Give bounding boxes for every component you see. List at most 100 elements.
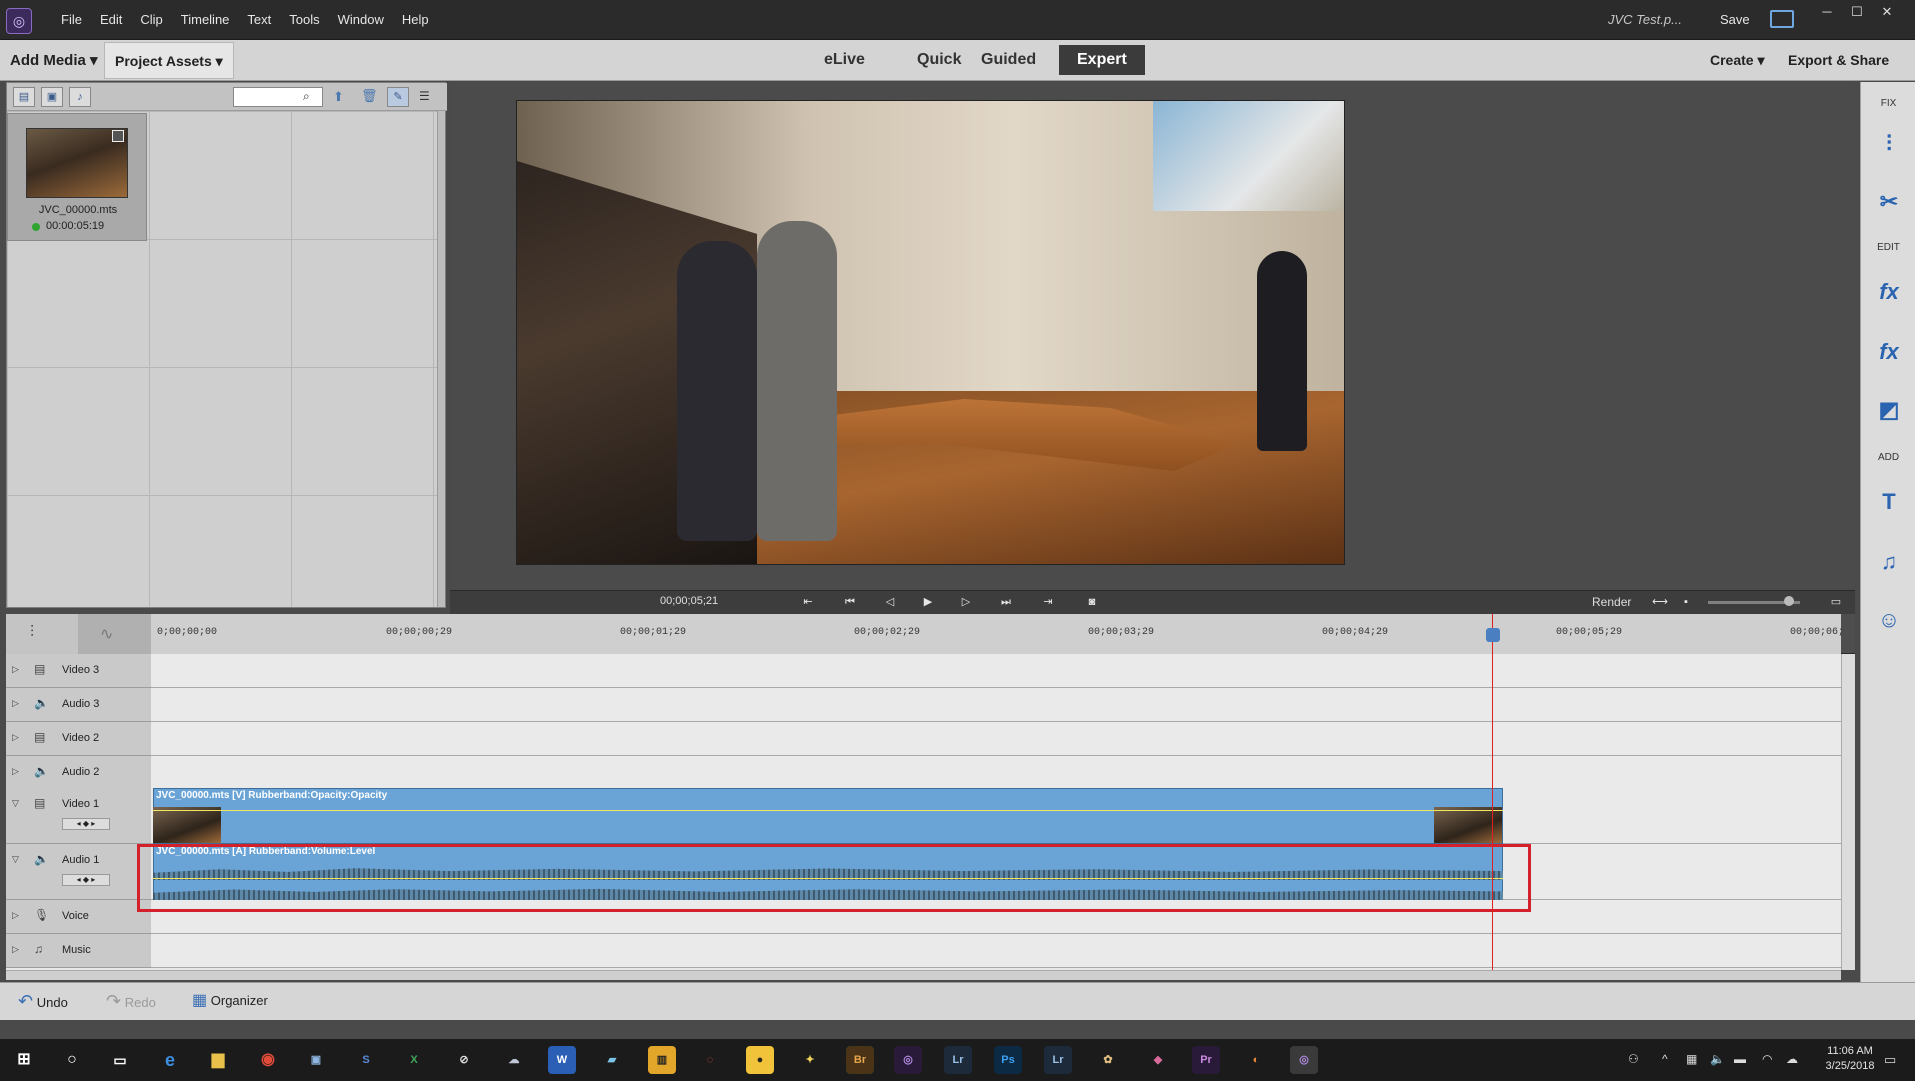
tab-expert[interactable]: Expert	[1059, 45, 1145, 75]
notes-app-icon[interactable]: ▰	[598, 1046, 626, 1074]
goto-start-icon[interactable]: ⇤	[800, 594, 816, 610]
pin-icon[interactable]: ✎	[387, 87, 409, 107]
track-header-music[interactable]: ▷ ♫ Music	[6, 934, 151, 968]
onedrive-icon[interactable]: ☁	[1786, 1052, 1798, 1066]
track-header-video-3[interactable]: ▷ ▤ Video 3	[6, 654, 151, 688]
menu-window[interactable]: Window	[329, 0, 393, 40]
zoom-in-icon[interactable]: ▭	[1828, 594, 1844, 610]
playhead-handle[interactable]	[1486, 628, 1500, 642]
tray-chevron-icon[interactable]: ^	[1662, 1052, 1668, 1066]
expand-icon[interactable]: ▷	[12, 944, 19, 955]
fullscreen-icon[interactable]	[1770, 10, 1794, 28]
expand-icon[interactable]: ▷	[12, 698, 19, 709]
fx-edit-icon[interactable]: fx	[1875, 278, 1903, 306]
undo-button[interactable]: ↶ Undo	[18, 990, 68, 1012]
lightroom-classic-icon[interactable]: Lr	[1044, 1046, 1072, 1074]
expand-icon[interactable]: ▷	[12, 732, 19, 743]
windows-start-icon[interactable]: ⊞	[10, 1046, 38, 1074]
fx-icon[interactable]: fx	[1875, 338, 1903, 366]
timeline-vertical-scrollbar[interactable]	[1841, 654, 1855, 970]
battery-icon[interactable]: ▬	[1734, 1052, 1746, 1066]
step-back-icon[interactable]: ◁	[882, 594, 898, 610]
menu-tools[interactable]: Tools	[280, 0, 328, 40]
menu-timeline[interactable]: Timeline	[172, 0, 239, 40]
track-header-audio-1[interactable]: ▽ 🔈 Audio 1 ◂ ◆ ▸	[6, 844, 151, 900]
close-icon[interactable]: ✕	[1874, 4, 1900, 20]
expand-icon[interactable]: ▷	[12, 910, 19, 921]
word-icon[interactable]: W	[548, 1046, 576, 1074]
text-icon[interactable]: T	[1875, 488, 1903, 516]
music-icon[interactable]: ♫	[1875, 548, 1903, 576]
add-media-button[interactable]: Add Media ▾	[0, 40, 108, 81]
premiere-elements-active-icon[interactable]: ◎	[1290, 1046, 1318, 1074]
filter-audio-icon[interactable]: ♪	[69, 87, 91, 107]
edge-icon[interactable]: e	[156, 1046, 184, 1074]
maximize-icon[interactable]: ☐	[1844, 4, 1870, 20]
filter-video-icon[interactable]: ▤	[13, 87, 35, 107]
taskbar-clock[interactable]: 11:06 AM 3/25/2018	[1820, 1044, 1880, 1074]
track-header-video-2[interactable]: ▷ ▤ Video 2	[6, 722, 151, 756]
save-button[interactable]: Save	[1720, 12, 1750, 27]
paint-app-icon[interactable]: ✿	[1094, 1046, 1122, 1074]
people-icon[interactable]: ⚇	[1628, 1052, 1639, 1066]
asset-item[interactable]: JVC_00000.mts 00:00:05:19	[7, 113, 147, 241]
render-button[interactable]: Render	[1592, 595, 1631, 609]
tools-icon[interactable]: ✂	[1875, 188, 1903, 216]
media-app-icon[interactable]: ◐	[1242, 1046, 1270, 1074]
tab-guided[interactable]: Guided	[963, 45, 1054, 75]
next-edit-icon[interactable]: ⏭	[998, 594, 1014, 610]
goto-end-icon[interactable]: ⇥	[1040, 594, 1056, 610]
chrome-icon[interactable]: ◉	[254, 1046, 282, 1074]
filter-image-icon[interactable]: ▣	[41, 87, 63, 107]
menu-file[interactable]: File	[52, 0, 91, 40]
wifi-icon[interactable]: ◠	[1762, 1052, 1772, 1066]
video-preview[interactable]	[516, 100, 1345, 565]
premiere-elements-icon[interactable]: ◎	[894, 1046, 922, 1074]
new-folder-icon[interactable]: ⬆	[333, 89, 344, 105]
track-lane-audio-2[interactable]	[151, 756, 1841, 790]
project-assets-button[interactable]: Project Assets ▾	[104, 42, 234, 79]
keyframe-controls[interactable]: ◂ ◆ ▸	[62, 874, 110, 886]
lightroom-icon[interactable]: Lr	[944, 1046, 972, 1074]
bridge-icon[interactable]: Br	[846, 1046, 874, 1074]
creative-cloud-icon[interactable]: ◌	[696, 1046, 724, 1074]
collapse-icon[interactable]: ▽	[12, 798, 19, 809]
graphics-icon[interactable]: ☺	[1875, 606, 1903, 634]
cloud-app-icon[interactable]: ☁	[500, 1046, 528, 1074]
play-icon[interactable]: ▶	[920, 594, 936, 610]
keyframe-controls[interactable]: ◂ ◆ ▸	[62, 818, 110, 830]
library-app-icon[interactable]: ▥	[648, 1046, 676, 1074]
audio-waveform-icon[interactable]: ∿	[100, 624, 113, 644]
adjust-icon[interactable]: ⫶	[1875, 130, 1903, 158]
zoom-out-icon[interactable]: ▪	[1678, 594, 1694, 610]
track-lane-video-2[interactable]	[151, 722, 1841, 756]
opacity-rubberband[interactable]	[153, 810, 1503, 811]
track-lane-audio-3[interactable]	[151, 688, 1841, 722]
color-icon[interactable]: ◩	[1875, 396, 1903, 424]
photoshop-icon[interactable]: Ps	[994, 1046, 1022, 1074]
expand-icon[interactable]: ▷	[12, 664, 19, 675]
cortana-icon[interactable]: ○	[58, 1046, 86, 1074]
track-header-voice[interactable]: ▷ 🎙 Voice	[6, 900, 151, 934]
prev-edit-icon[interactable]: ⏮	[842, 594, 858, 610]
maps-app-icon[interactable]: ◆	[1144, 1046, 1172, 1074]
sync-app-icon[interactable]: S	[352, 1046, 380, 1074]
app-logo-icon[interactable]: ◎	[6, 8, 32, 34]
current-timecode[interactable]: 00;00;05;21	[660, 595, 718, 607]
tab-elive[interactable]: eLive	[806, 45, 883, 75]
spreadsheet-app-icon[interactable]: X	[400, 1046, 428, 1074]
network-icon[interactable]: ▦	[1686, 1052, 1697, 1066]
panel-menu-icon[interactable]: ☰	[419, 89, 430, 103]
track-header-audio-2[interactable]: ▷ 🔈 Audio 2	[6, 756, 151, 790]
create-button[interactable]: Create ▾	[1700, 40, 1775, 81]
track-lane-music[interactable]	[151, 934, 1841, 968]
utility-app-icon[interactable]: ⊘	[450, 1046, 478, 1074]
track-lane-video-3[interactable]	[151, 654, 1841, 688]
notifications-icon[interactable]: ▭	[1884, 1052, 1896, 1068]
menu-clip[interactable]: Clip	[131, 0, 171, 40]
organizer-button[interactable]: ▦ Organizer	[192, 990, 268, 1012]
timeline-horizontal-scrollbar[interactable]	[6, 970, 1841, 980]
expand-icon[interactable]: ▷	[12, 766, 19, 777]
task-view-icon[interactable]: ▭	[106, 1046, 134, 1074]
delete-icon[interactable]: 🗑	[361, 88, 378, 104]
